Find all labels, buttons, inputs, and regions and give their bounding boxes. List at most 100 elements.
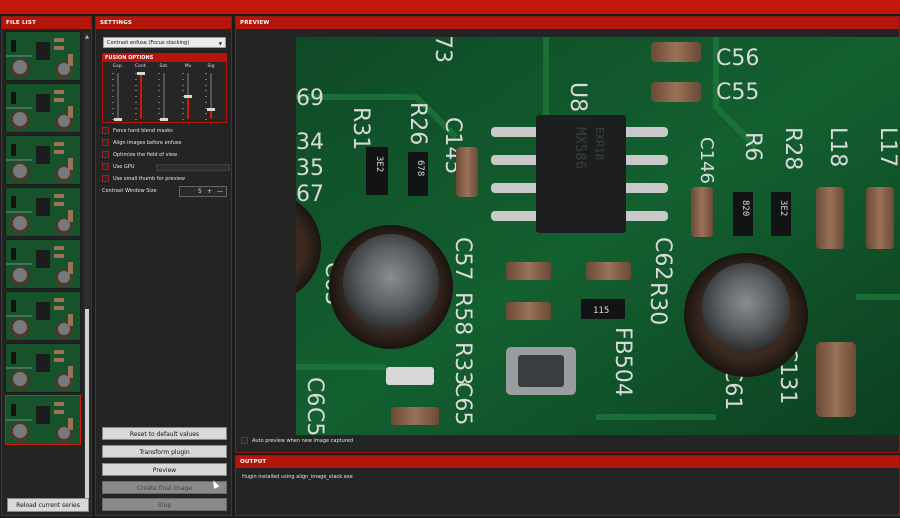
create-final-image-button[interactable]: Create final image: [102, 481, 227, 494]
option-force-hard-blend[interactable]: Force hard blend masks: [102, 127, 173, 136]
reload-series-button[interactable]: Reload current series: [7, 498, 89, 512]
fusion-options-group: FUSION OPTIONS Exp. Cont. Sat. Mu Sig: [102, 53, 227, 123]
silk-u8: U8: [565, 82, 590, 112]
option-use-gpu[interactable]: Use GPU: [102, 163, 230, 172]
slider-handle[interactable]: [137, 71, 145, 75]
file-list-scrollbar[interactable]: ▲ ▼: [84, 33, 90, 513]
slider-fill: [187, 96, 189, 119]
resistor-marking: 678: [415, 160, 425, 176]
slider-ticks: [112, 73, 114, 120]
file-thumbnail[interactable]: [5, 135, 81, 185]
output-panel: OUTPUT Hugin installed using align_image…: [235, 455, 900, 516]
file-thumbnail[interactable]: [5, 343, 81, 393]
preview-button[interactable]: Preview: [102, 463, 227, 476]
plugin-select-value: Contrast enfuse (Focus stacking): [107, 40, 190, 46]
silk-c55: C55: [716, 80, 759, 105]
silk-c62: C62: [650, 237, 675, 280]
thumbnail-list[interactable]: [5, 31, 83, 471]
preview-panel: PREVIEW C56 C55 R28 L18 L17 R6 C146 C145…: [235, 16, 900, 453]
fusion-slider[interactable]: [184, 73, 192, 119]
option-label: Use GPU: [113, 164, 135, 170]
silk-34: 34: [296, 130, 324, 155]
fusion-slider[interactable]: [207, 73, 215, 119]
silk-r6: R6: [740, 132, 765, 161]
file-thumbnail[interactable]: [5, 31, 81, 81]
slider-handle[interactable]: [160, 117, 168, 121]
silk-l17: L17: [875, 127, 900, 167]
option-label: Use small thumb for preview: [113, 176, 185, 182]
title-bar: [0, 0, 900, 14]
output-log-line: Hugin installed using align_image_stack.…: [242, 474, 353, 480]
preview-title: PREVIEW: [236, 17, 899, 29]
silk-r31: R31: [348, 107, 373, 150]
checkbox[interactable]: [102, 139, 109, 146]
slider-handle[interactable]: [207, 108, 215, 112]
resistor-marking: 820: [740, 200, 750, 216]
stop-button[interactable]: Stop: [102, 498, 227, 511]
slider-handle[interactable]: [114, 117, 122, 121]
silk-69: 69: [296, 86, 324, 111]
auto-preview-checkbox[interactable]: [241, 437, 248, 444]
minus-icon[interactable]: —: [217, 187, 223, 197]
fusion-slider[interactable]: [114, 73, 122, 121]
electrolytic-capacitor-right: [684, 253, 808, 377]
chevron-down-icon: ▼: [218, 41, 222, 46]
ic-marking-2: EXR1B: [593, 127, 606, 160]
file-thumbnail[interactable]: [5, 239, 81, 289]
contrast-window-value: 5: [198, 188, 202, 195]
silk-c6: C6: [302, 377, 327, 406]
checkbox[interactable]: [102, 151, 109, 158]
auto-preview-label: Auto preview when new image captured: [252, 438, 353, 444]
contrast-window-label: Contrast Window Size: [102, 188, 157, 194]
silk-r58: R58: [450, 292, 475, 335]
ic-marking: MX586: [572, 127, 588, 169]
gpu-select-field[interactable]: [156, 164, 230, 171]
file-list-title: FILE LIST: [2, 17, 91, 29]
option-optimize-fov[interactable]: Optimize the field of view: [102, 151, 177, 160]
fusion-slider-label: Cont.: [134, 64, 148, 69]
silk-r26: R26: [405, 102, 430, 145]
option-label: Optimize the field of view: [113, 152, 178, 158]
plugin-select[interactable]: Contrast enfuse (Focus stacking) ▼: [103, 37, 226, 48]
settings-panel: SETTINGS Contrast enfuse (Focus stacking…: [95, 16, 232, 516]
reset-defaults-button[interactable]: Reset to default values: [102, 427, 227, 440]
silk-fb504: FB504: [610, 327, 635, 397]
silk-l18: L18: [825, 127, 850, 167]
silk-r30: R30: [645, 282, 670, 325]
checkbox[interactable]: [102, 127, 109, 134]
silk-c57: C57: [450, 237, 475, 280]
fusion-slider[interactable]: [160, 73, 168, 121]
option-small-thumb[interactable]: Use small thumb for preview: [102, 175, 185, 184]
slider-fill: [140, 73, 142, 119]
silk-r28: R28: [780, 127, 805, 170]
fusion-options-title: FUSION OPTIONS: [103, 54, 226, 62]
preview-image: C56 C55 R28 L18 L17 R6 C146 C145 R26 R31…: [296, 37, 900, 435]
scroll-up-arrow-icon[interactable]: ▲: [84, 33, 90, 41]
file-thumbnail[interactable]: [5, 291, 81, 341]
fusion-slider[interactable]: [137, 71, 145, 119]
transform-plugin-button[interactable]: Transform plugin: [102, 445, 227, 458]
resistor-marking: 3E2: [778, 200, 788, 216]
file-thumbnail[interactable]: [5, 187, 81, 237]
checkbox[interactable]: [102, 175, 109, 182]
output-title: OUTPUT: [236, 456, 899, 468]
contrast-window-stepper[interactable]: 5 + —: [179, 186, 227, 197]
electrolytic-capacitor-left: [329, 225, 453, 349]
checkbox[interactable]: [102, 163, 109, 170]
slider-handle[interactable]: [184, 94, 192, 98]
option-label: Force hard blend masks: [113, 128, 173, 134]
scrollbar-thumb[interactable]: [85, 309, 89, 505]
file-list-panel: FILE LIST ▲ ▼ Reload current series: [1, 16, 92, 516]
plus-icon[interactable]: +: [207, 187, 212, 197]
silk-35: 35: [296, 156, 324, 181]
option-align-images[interactable]: Align images before enfuse: [102, 139, 181, 148]
slider-ticks: [205, 73, 207, 120]
file-thumbnail[interactable]: [5, 83, 81, 133]
file-thumbnail[interactable]: [5, 395, 81, 445]
silk-67: 67: [296, 182, 324, 207]
silk-c56: C56: [716, 46, 759, 71]
settings-title: SETTINGS: [96, 17, 231, 29]
silk-c146: C146: [696, 137, 717, 184]
auto-preview-option[interactable]: Auto preview when new image captured: [241, 437, 353, 446]
fusion-slider-label: Mu: [184, 64, 192, 69]
